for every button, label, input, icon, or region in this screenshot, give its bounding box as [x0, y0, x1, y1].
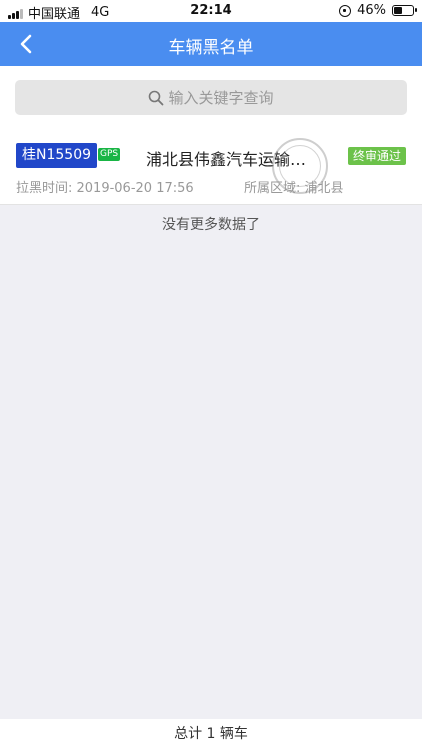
- footer-total: 总计 1 辆车: [0, 719, 422, 750]
- battery-fill: [394, 7, 402, 14]
- gps-badge: GPS: [98, 148, 121, 161]
- blacklist-time-value: 2019-06-20 17:56: [76, 181, 194, 196]
- rotation-lock-icon: [339, 4, 352, 17]
- battery-percent: 46%: [357, 3, 386, 18]
- region: 所属区域: 浦北县: [244, 177, 344, 196]
- region-value: 浦北县: [304, 181, 344, 196]
- page-title: 车辆黑名单: [168, 38, 254, 58]
- company-name: 浦北县伟鑫汽车运输有限公司: [146, 150, 314, 169]
- navigation-bar: 车辆黑名单: [0, 22, 422, 66]
- region-label: 所属区域:: [244, 181, 305, 196]
- blacklist-time-label: 拉黑时间:: [16, 181, 77, 196]
- search-placeholder: 输入关键字查询: [168, 89, 274, 107]
- search-icon: [149, 90, 164, 105]
- list-item[interactable]: 桂N15509 GPS 浦北县伟鑫汽车运输有限公司 终审通过 拉黑时间: 201…: [0, 130, 422, 205]
- status-bar: 中国联通 4G 22:14 46%: [0, 0, 422, 22]
- search-input[interactable]: 输入关键字查询: [15, 80, 407, 115]
- no-more-data-text: 没有更多数据了: [162, 217, 260, 233]
- search-area: 输入关键字查询: [0, 66, 422, 130]
- blacklist-time: 拉黑时间: 2019-06-20 17:56: [16, 177, 194, 196]
- status-badge: 终审通过: [347, 147, 406, 165]
- status-right: 46%: [339, 3, 417, 18]
- battery-icon: [392, 5, 417, 16]
- plate-number: 桂N15509: [16, 143, 98, 168]
